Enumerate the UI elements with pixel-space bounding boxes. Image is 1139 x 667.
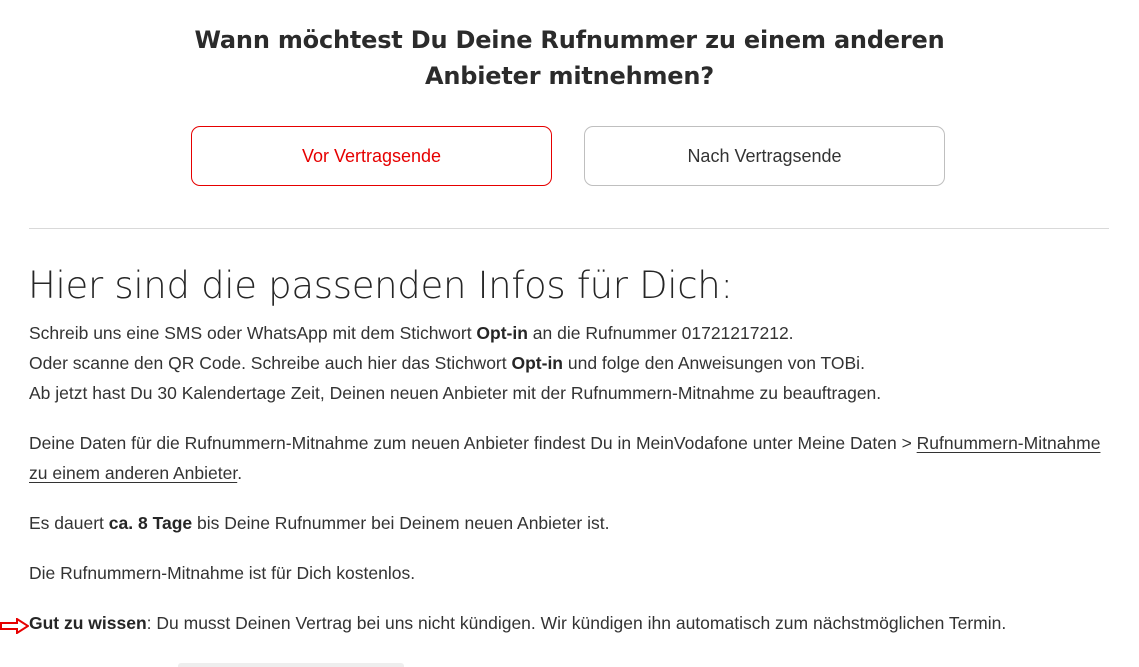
info-text: Es dauert — [29, 513, 109, 533]
keyword-opt-in: Opt-in — [511, 353, 563, 373]
info-text: und folge den Anweisungen von TOBi. — [563, 353, 865, 373]
info-content: Schreib uns eine SMS oder WhatsApp mit d… — [29, 318, 1114, 658]
duration-highlight: ca. 8 Tage — [108, 513, 193, 533]
info-text: Ab jetzt hast Du 30 Kalendertage Zeit, D… — [29, 383, 882, 403]
info-paragraph-duration: Es dauert ca. 8 Tage bis Deine Rufnummer… — [29, 508, 1114, 538]
keyword-opt-in: Opt-in — [476, 323, 528, 343]
info-paragraph-instructions: Schreib uns eine SMS oder WhatsApp mit d… — [29, 318, 1114, 408]
info-text: Oder scanne den QR Code. Schreibe auch h… — [29, 353, 512, 373]
good-to-know-label: Gut zu wissen — [29, 613, 147, 633]
info-title: Hier sind die passenden Infos für Dich: — [28, 264, 733, 307]
option-vor-vertragsende-button[interactable]: Vor Vertragsende — [191, 126, 552, 186]
info-paragraph-cost: Die Rufnummern-Mitnahme ist für Dich kos… — [29, 563, 416, 583]
red-arrow-icon — [0, 618, 29, 634]
option-nach-vertragsende-button[interactable]: Nach Vertragsende — [584, 126, 945, 186]
link-text[interactable]: Rufnummern-Mitnahme — [917, 433, 1101, 453]
info-text: bis Deine Rufnummer bei Deinem neuen Anb… — [192, 513, 610, 533]
info-text: : Du musst Deinen Vertrag bei uns nicht … — [146, 613, 1007, 633]
question-heading: Wann möchtest Du Deine Rufnummer zu eine… — [0, 22, 1139, 94]
question-line-2: Anbieter mitnehmen? — [425, 62, 714, 90]
info-text: an die Rufnummer 01721217212. — [527, 323, 794, 343]
info-text: . — [237, 463, 243, 483]
section-divider — [29, 228, 1109, 229]
link-text[interactable]: zu einem anderen Anbieter — [29, 463, 237, 483]
info-paragraph-good-to-know: Gut zu wissen: Du musst Deinen Vertrag b… — [29, 608, 1114, 638]
info-text: Schreib uns eine SMS oder WhatsApp mit d… — [29, 323, 477, 343]
info-text: Deine Daten für die Rufnummern-Mitnahme … — [29, 433, 917, 453]
info-paragraph-data: Deine Daten für die Rufnummern-Mitnahme … — [29, 428, 1114, 488]
partial-button-edge — [178, 663, 404, 667]
question-line-1: Wann möchtest Du Deine Rufnummer zu eine… — [194, 26, 945, 54]
